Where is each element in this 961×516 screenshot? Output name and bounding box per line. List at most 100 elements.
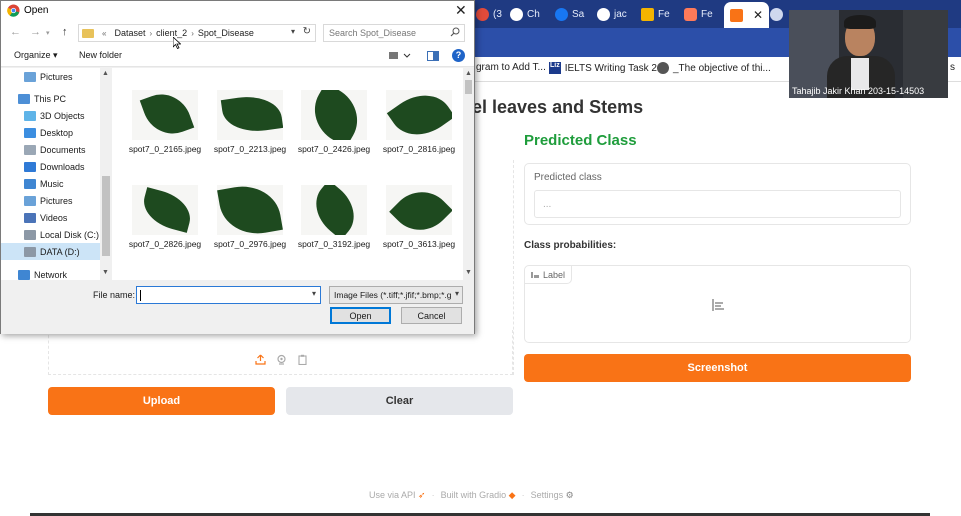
file-item[interactable]: spot7_0_2426.jpeg [293,88,373,172]
gear-icon: ⚙ [565,490,574,500]
scroll-up-icon[interactable]: ▲ [102,70,109,77]
file-item[interactable]: spot7_0_3192.jpeg [293,183,373,267]
pictures-icon [24,71,36,82]
bookmark-item[interactable]: _The objective of thi... [657,62,771,74]
browser-tab[interactable] [770,3,783,25]
file-thumbnail [301,90,367,140]
forward-arrow-icon[interactable]: → [30,26,41,38]
nav-item-documents[interactable]: Documents [1,141,100,158]
bookmark-item[interactable]: s [950,62,955,73]
browser-tab[interactable]: Fe [684,3,713,25]
scroll-down-icon[interactable]: ▼ [102,269,109,276]
recent-locations-icon[interactable]: ▾ [46,29,50,37]
rocket-icon: ➶ [418,490,426,500]
clear-button[interactable]: Clear [286,387,513,415]
scroll-down-icon[interactable]: ▼ [465,269,472,276]
file-item[interactable]: spot7_0_2165.jpeg [124,88,204,172]
nav-item-pictures-2[interactable]: Pictures [1,192,100,209]
nav-item-pictures[interactable]: Pictures [1,68,100,85]
nav-scrollbar[interactable]: ▲ ▼ [100,68,112,280]
dialog-titlebar: Open ✕ [1,1,474,21]
music-icon [24,178,36,189]
nav-item-videos[interactable]: Videos [1,209,100,226]
drive-icon [24,246,36,257]
nav-item-this-pc[interactable]: This PC [1,90,100,107]
file-item[interactable]: spot7_0_2826.jpeg [124,183,204,267]
google-drive-icon [641,7,654,21]
page-title: tel leaves and Stems [466,97,644,117]
browser-tab[interactable]: (3 [476,3,502,25]
back-arrow-icon[interactable]: ← [10,26,21,38]
browser-tab[interactable]: Fe [641,3,670,25]
documents-icon [24,144,36,155]
dialog-title: Open [24,5,49,16]
clipboard-icon[interactable] [297,354,308,365]
search-icon [450,27,460,37]
browser-tab-active[interactable]: ✕ [724,2,770,28]
breadcrumb-client-2[interactable]: client_2 [152,28,191,38]
scroll-up-icon[interactable]: ▲ [465,70,472,77]
nav-item-data-drive[interactable]: DATA (D:) [1,243,100,260]
chrome-icon [7,4,20,17]
upload-button[interactable]: Upload [48,387,275,415]
file-list-scrollbar[interactable]: ▲ ▼ [463,68,474,280]
pictures-icon [24,195,36,206]
upload-icon[interactable] [255,354,266,365]
webcam-icon[interactable] [276,354,287,365]
cancel-button[interactable]: Cancel [401,307,462,324]
predicted-class-label: Predicted class [534,172,602,183]
file-name-dropdown-icon[interactable]: ▾ [312,289,316,298]
browser-tab[interactable]: Sa [555,3,584,25]
gradio-icon [730,8,743,22]
close-tab-icon[interactable]: ✕ [753,8,763,22]
organize-button[interactable]: Organize ▾ [14,50,58,61]
search-input[interactable]: Search Spot_Disease [323,24,465,42]
file-name-input[interactable]: ▾ [136,286,321,304]
breadcrumb-spot-disease[interactable]: Spot_Disease [194,28,258,38]
open-button[interactable]: Open [330,307,391,324]
globe-icon [657,62,669,74]
file-list: spot7_0_2165.jpeg spot7_0_2213.jpeg spot… [112,68,463,280]
bookmark-item[interactable]: Liz IELTS Writing Task 2:... [549,62,668,74]
file-item[interactable]: spot7_0_2816.jpeg [378,88,458,172]
settings-link[interactable]: Settings ⚙ [531,490,574,501]
navigation-pane: Pictures This PC 3D Objects Desktop Docu… [1,68,112,280]
close-dialog-icon[interactable]: ✕ [455,2,467,19]
file-type-dropdown-icon: ▾ [452,289,459,298]
3d-objects-icon [24,110,36,121]
nav-item-desktop[interactable]: Desktop [1,124,100,141]
built-with-gradio-link[interactable]: Built with Gradio ◆ [441,490,516,501]
nav-item-downloads[interactable]: Downloads [1,158,100,175]
mouse-cursor-icon [173,37,181,49]
predicted-class-box: Predicted class ... [524,163,911,225]
address-bar[interactable]: « Dataset › client_2 › Spot_Disease ▾ ↻ [78,24,316,42]
refresh-icon[interactable]: ↻ [303,26,311,37]
predicted-class-field[interactable]: ... [534,190,901,218]
screenshot-button[interactable]: Screenshot [524,354,911,382]
address-dropdown-icon[interactable]: ▾ [291,27,295,36]
text-caret [140,290,141,301]
breadcrumb-dataset[interactable]: Dataset [110,28,149,38]
view-options-icon[interactable] [389,51,411,61]
nav-item-local-disk[interactable]: Local Disk (C:) [1,226,100,243]
participant-name: Tahajib Jakir Khan 203-15-14503 [792,86,925,96]
file-item[interactable]: spot7_0_2213.jpeg [209,88,289,172]
file-thumbnail [132,90,198,140]
help-icon[interactable]: ? [452,49,465,62]
bookmark-item[interactable]: gram to Add T... [476,62,546,73]
file-type-select[interactable]: Image Files (*.tiff;*.jfif;*.bmp;*.g ▾ [329,286,463,304]
browser-tab[interactable]: jac [597,3,627,25]
nav-item-3d-objects[interactable]: 3D Objects [1,107,100,124]
preview-pane-icon[interactable] [427,51,439,61]
file-thumbnail [301,185,367,235]
browser-tab[interactable]: Ch [510,3,540,25]
file-thumbnail [386,185,452,235]
file-item[interactable]: spot7_0_3613.jpeg [378,183,458,267]
nav-item-music[interactable]: Music [1,175,100,192]
up-arrow-icon[interactable]: ↑ [62,26,68,38]
new-folder-button[interactable]: New folder [79,50,122,60]
desktop-icon [24,127,36,138]
file-item[interactable]: spot7_0_2976.jpeg [209,183,289,267]
use-via-api-link[interactable]: Use via API ➶ [369,490,426,501]
image-upload-area[interactable] [48,330,513,375]
